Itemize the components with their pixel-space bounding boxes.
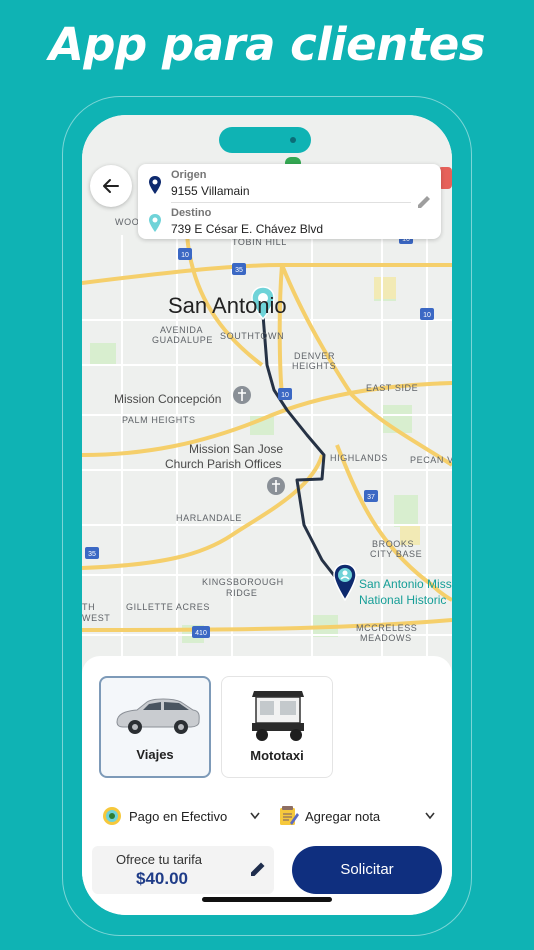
shield-label: 10 <box>281 392 289 399</box>
bottom-sheet: Viajes Mototaxi Pago en Efectivo Agregar… <box>82 656 452 915</box>
fare-offer-box[interactable]: Ofrece tu tarifa $40.00 <box>92 846 274 894</box>
payment-icon <box>103 807 121 825</box>
add-note-selector[interactable]: Agregar nota <box>277 802 437 832</box>
destination-row[interactable]: Destino 739 E César E. Chávez Blvd <box>148 205 408 241</box>
payment-method-selector[interactable]: Pago en Efectivo <box>102 802 262 832</box>
home-indicator <box>202 897 332 902</box>
origin-value: 9155 Villamain <box>171 184 250 198</box>
vehicle-name: Viajes <box>136 747 174 762</box>
arrow-left-icon <box>103 179 119 193</box>
shield-label: 37 <box>367 494 375 501</box>
chevron-down-icon <box>250 812 260 820</box>
origin-pin-small-icon <box>149 176 161 194</box>
poi-label: Mission San Jose <box>189 442 284 456</box>
add-note-label: Agregar nota <box>305 809 381 824</box>
church-pin-san-jose <box>267 477 285 495</box>
shield-label: 35 <box>88 551 96 558</box>
origin-row[interactable]: Origen 9155 Villamain <box>148 167 408 203</box>
map-area-label: BROOKS <box>372 539 415 549</box>
shield-label: 410 <box>195 630 207 637</box>
map-area-label: HEIGHTS <box>292 361 337 371</box>
poi-label: National Historic <box>359 593 447 607</box>
origin-label: Origen <box>171 169 207 181</box>
city-label: San Antonio <box>168 293 287 318</box>
camera-dot <box>290 137 296 143</box>
back-button[interactable] <box>90 165 132 207</box>
notepad-icon <box>280 806 299 825</box>
shield-label: 10 <box>423 312 431 319</box>
map-area-label: TH <box>82 602 96 612</box>
map-area-label: AVENIDA <box>160 325 204 335</box>
map-area-label: WOO <box>115 217 140 227</box>
map-area-label: MCCRELESS <box>356 623 418 633</box>
map-area-label: WEST <box>82 613 111 623</box>
map-area-label: KINGSBOROUGH <box>202 577 284 587</box>
mototaxi-icon <box>252 691 304 741</box>
pencil-icon[interactable] <box>249 860 267 878</box>
map-area-label: CITY BASE <box>370 549 423 559</box>
poi-label: Church Parish Offices <box>165 457 282 471</box>
car-icon <box>116 698 200 734</box>
map-area-label: GUADALUPE <box>152 335 213 345</box>
camera-notch <box>219 127 311 153</box>
route-card[interactable]: Origen 9155 Villamain Destino 739 E Césa… <box>138 164 441 239</box>
map-area-label: GILLETTE ACRES <box>126 602 210 612</box>
vehicle-option-viajes[interactable]: Viajes <box>99 676 211 778</box>
poi-label: Mission Concepción <box>114 392 222 406</box>
route-separator <box>171 202 411 203</box>
map-area-label: HARLANDALE <box>176 513 243 523</box>
payment-label: Pago en Efectivo <box>129 809 228 824</box>
poi-label: San Antonio Miss <box>359 577 452 591</box>
destination-pin-icon <box>333 563 357 602</box>
fare-value: $40.00 <box>136 869 188 888</box>
request-button[interactable]: Solicitar <box>292 846 442 894</box>
map-area-label: DENVER <box>294 351 336 361</box>
map-area-label: HIGHLANDS <box>330 453 388 463</box>
destination-pin-small-icon <box>149 214 161 232</box>
map-area-label: SOUTHTOWN <box>220 331 285 341</box>
map-area-label: PECAN V <box>410 455 452 465</box>
map-area-label: EAST SIDE <box>366 383 419 393</box>
map-area-label: MEADOWS <box>360 633 412 643</box>
shield-label: 35 <box>235 267 243 274</box>
map-area-label: PALM HEIGHTS <box>122 415 196 425</box>
promo-title: App para clientes <box>48 18 486 71</box>
church-pin-concepcion <box>233 386 251 404</box>
chevron-down-icon <box>425 812 435 820</box>
map-area-label: RIDGE <box>226 588 258 598</box>
vehicle-name: Mototaxi <box>250 748 304 763</box>
phone-screen: 10 35 10 10 10 35 37 410 San Antonio WOO… <box>82 115 452 915</box>
pencil-icon[interactable] <box>415 193 433 211</box>
destination-value: 739 E César E. Chávez Blvd <box>171 222 324 236</box>
shield-label: 10 <box>181 252 189 259</box>
destination-label: Destino <box>171 207 212 219</box>
vehicle-option-mototaxi[interactable]: Mototaxi <box>221 676 333 778</box>
fare-label: Ofrece tu tarifa <box>116 852 202 867</box>
